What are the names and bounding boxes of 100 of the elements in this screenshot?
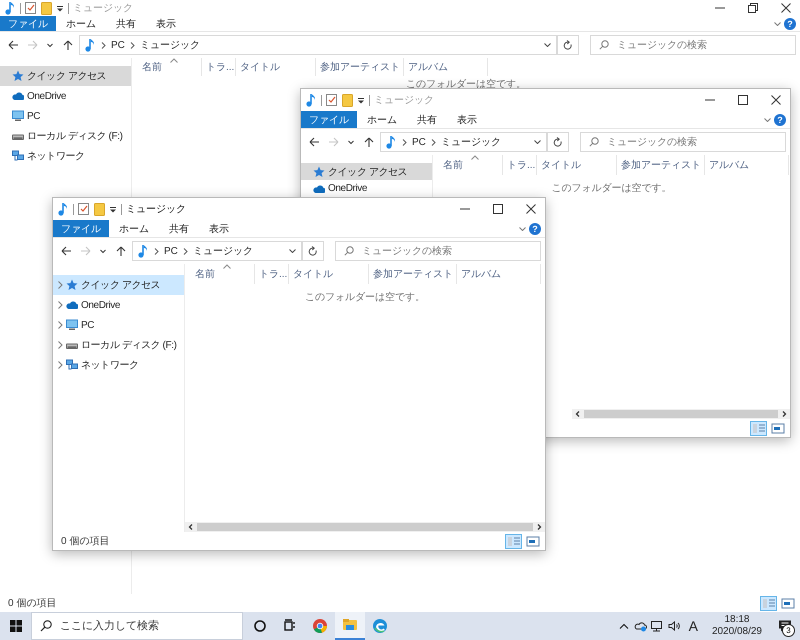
help-button[interactable]: ? (529, 222, 541, 234)
clock-button[interactable]: 18:18 2020/08/29 (704, 614, 770, 638)
folder-button[interactable] (335, 612, 365, 640)
empty-folder-message: このフォルダーは空です。 (305, 290, 425, 304)
help-button[interactable]: ? (774, 114, 786, 126)
arrow-right-icon (328, 136, 340, 148)
column-header[interactable]: 参加アーティスト (617, 155, 705, 175)
preview-pane-button[interactable] (769, 420, 786, 436)
properties-icon[interactable] (78, 203, 90, 215)
column-header[interactable]: 参加アーティスト (316, 58, 404, 76)
speaker-icon[interactable] (668, 620, 681, 632)
expand-icon[interactable] (58, 341, 63, 349)
chevron-icon (182, 246, 189, 256)
refresh-button[interactable] (548, 132, 569, 152)
address-field[interactable]: PC ミュージック (132, 241, 303, 261)
horizontal-scrollbar[interactable] (185, 522, 545, 532)
column-header[interactable]: タイトル (236, 58, 316, 76)
ribbon-tab[interactable]: 表示 (447, 111, 487, 128)
column-header[interactable]: アルバム (705, 155, 789, 175)
properties-icon[interactable] (326, 94, 338, 106)
help-button[interactable]: ? (784, 18, 796, 30)
column-header[interactable]: 名前 (191, 264, 255, 284)
network-icon[interactable] (650, 620, 664, 632)
column-header[interactable]: 参加アーティスト (369, 264, 457, 284)
arrow-up-icon (62, 39, 74, 51)
ribbon-tab[interactable]: 共有 (159, 220, 199, 237)
navigation-item[interactable]: ネットワーク (0, 146, 131, 166)
item-count: 0 個の項目 (61, 535, 110, 548)
address-field[interactable]: PC ミュージック (79, 35, 558, 55)
ribbon-tab[interactable]: ホーム (56, 16, 106, 31)
arrow-left-icon (6, 39, 18, 51)
ribbon-tab[interactable]: 表示 (146, 16, 186, 31)
chevron-up-icon (618, 623, 629, 629)
cloud-sync-icon[interactable] (634, 620, 647, 632)
breadcrumb[interactable]: PC (111, 40, 125, 50)
navigation-item[interactable]: OneDrive (0, 86, 131, 106)
search-field[interactable]: ミュージックの検索 (335, 241, 541, 261)
network-icon (66, 359, 78, 371)
breadcrumb[interactable]: ミュージック (140, 38, 200, 52)
search-field[interactable]: ここに入力して検索 (31, 612, 243, 640)
column-header[interactable]: トラ... (202, 58, 236, 76)
expand-icon[interactable] (58, 281, 63, 289)
search-icon (589, 137, 599, 147)
navigation-item[interactable]: PC (53, 315, 184, 335)
column-header[interactable]: 名前 (439, 155, 503, 175)
expand-icon[interactable] (58, 321, 63, 329)
breadcrumb[interactable]: PC (164, 246, 178, 256)
column-header[interactable]: トラ... (503, 155, 537, 175)
breadcrumb[interactable]: PC (412, 136, 426, 148)
navigation-item[interactable]: ローカル ディスク (F:) (0, 126, 131, 146)
windows-logo-icon (10, 620, 22, 632)
dropdown-icon[interactable] (357, 95, 365, 105)
ribbon-tab[interactable]: 共有 (407, 111, 447, 128)
expand-ribbon-button[interactable] (771, 22, 784, 26)
ribbon-tab[interactable]: ホーム (109, 220, 159, 237)
arrow-right-icon (80, 245, 92, 257)
ribbon-tab[interactable]: ホーム (357, 111, 407, 128)
refresh-icon (553, 136, 563, 148)
navigation-item[interactable]: クイック アクセス (53, 275, 184, 295)
horizontal-scrollbar[interactable] (572, 409, 790, 419)
navigation-item[interactable]: クイック アクセス (0, 66, 131, 86)
input-method-button[interactable]: A (682, 618, 704, 634)
dropdown-icon[interactable] (56, 3, 64, 13)
expand-icon[interactable] (58, 301, 63, 309)
search-field[interactable]: ミュージックの検索 (590, 35, 796, 55)
preview-pane-button[interactable] (779, 596, 796, 610)
details-view-button[interactable] (750, 420, 767, 436)
breadcrumb[interactable]: ミュージック (440, 135, 501, 149)
expand-ribbon-button[interactable] (516, 226, 529, 230)
column-header[interactable]: タイトル (289, 264, 369, 284)
details-view-button[interactable] (505, 534, 522, 548)
navigation-item[interactable]: PC (0, 106, 131, 126)
ribbon-tab[interactable]: 共有 (106, 16, 146, 31)
details-view-button[interactable] (760, 596, 777, 610)
column-header[interactable]: タイトル (537, 155, 617, 175)
navigation-item[interactable]: ネットワーク (53, 355, 184, 375)
column-header[interactable]: トラ... (255, 264, 289, 284)
column-header[interactable]: アルバム (457, 264, 541, 284)
arrow-left-icon (308, 136, 320, 148)
navigation-item[interactable]: OneDrive (53, 295, 184, 315)
refresh-button[interactable] (558, 35, 579, 55)
address-field[interactable]: PC ミュージック (380, 132, 548, 152)
navigation-item[interactable]: OneDrive (301, 180, 432, 197)
chevron-icon (100, 40, 107, 50)
dropdown-icon[interactable] (109, 204, 117, 214)
expand-ribbon-button[interactable] (761, 118, 774, 122)
chevron-icon (128, 40, 136, 50)
navigation-item[interactable]: ローカル ディスク (F:) (53, 335, 184, 355)
notifications-button[interactable]: 3 (770, 612, 800, 640)
search-field[interactable]: ミュージックの検索 (580, 132, 786, 152)
breadcrumb[interactable]: ミュージック (192, 244, 253, 258)
column-header[interactable]: 名前 (138, 58, 202, 76)
arrow-up-icon (362, 136, 374, 148)
properties-icon[interactable] (25, 2, 37, 14)
column-header[interactable]: アルバム (404, 58, 488, 76)
expand-icon[interactable] (58, 361, 63, 369)
refresh-button[interactable] (303, 241, 324, 261)
ribbon-tab[interactable]: 表示 (199, 220, 239, 237)
navigation-item[interactable]: クイック アクセス (301, 163, 432, 180)
preview-pane-button[interactable] (524, 534, 541, 548)
